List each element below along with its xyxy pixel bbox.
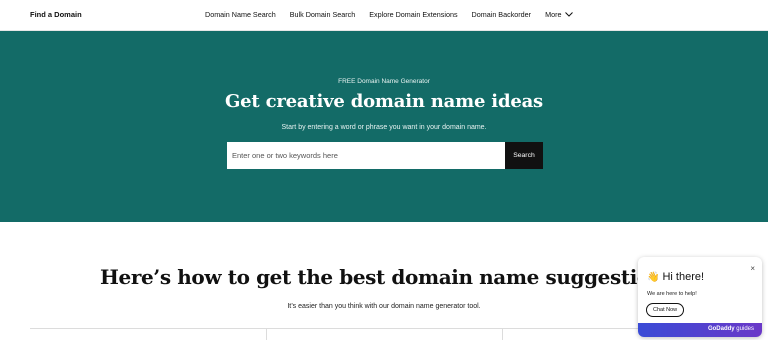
close-icon[interactable]: × <box>750 264 755 273</box>
nav-domain-name-search[interactable]: Domain Name Search <box>205 10 276 19</box>
find-a-domain-link[interactable]: Find a Domain <box>30 10 82 19</box>
chat-message: We are here to help! <box>647 291 697 297</box>
chat-title: Hi there! <box>662 271 705 283</box>
chat-now-button[interactable]: Chat Now <box>646 303 685 317</box>
godaddy-guides-logo: GoDaddy guides <box>708 326 754 332</box>
keyword-search-input[interactable] <box>227 142 505 169</box>
brand-rest: guides <box>734 326 754 332</box>
chat-greeting: 👋 Hi there! <box>647 271 704 283</box>
nav-domain-backorder[interactable]: Domain Backorder <box>472 10 532 19</box>
nav-more-menu[interactable]: More <box>545 10 574 19</box>
nav-links: Domain Name Search Bulk Domain Search Ex… <box>205 10 587 19</box>
brand-bold: GoDaddy <box>707 326 735 332</box>
nav-bulk-domain-search[interactable]: Bulk Domain Search <box>290 10 356 19</box>
chevron-down-icon <box>565 12 574 17</box>
domain-search-form: Search <box>227 142 543 169</box>
search-button[interactable]: Search <box>505 142 543 169</box>
nav-explore-domain-extensions[interactable]: Explore Domain Extensions <box>369 10 457 19</box>
steps-cards <box>30 328 640 340</box>
card-divider <box>502 329 503 340</box>
hero-title: Get creative domain name ideas <box>225 91 543 112</box>
hero-banner: FREE Domain Name Generator Get creative … <box>0 31 768 222</box>
chat-widget: 👋 Hi there! × We are here to help! Chat … <box>638 257 762 337</box>
top-navigation: Find a Domain Domain Name Search Bulk Do… <box>0 0 768 31</box>
hero-subtitle: Start by entering a word or phrase you w… <box>281 124 487 131</box>
hero-kicker: FREE Domain Name Generator <box>338 78 430 85</box>
chat-footer: GoDaddy guides <box>638 323 762 337</box>
card-divider <box>266 329 267 340</box>
nav-more-label: More <box>545 10 562 19</box>
section-title: Here’s how to get the best domain name s… <box>100 265 660 289</box>
waving-hand-icon: 👋 <box>647 271 660 283</box>
